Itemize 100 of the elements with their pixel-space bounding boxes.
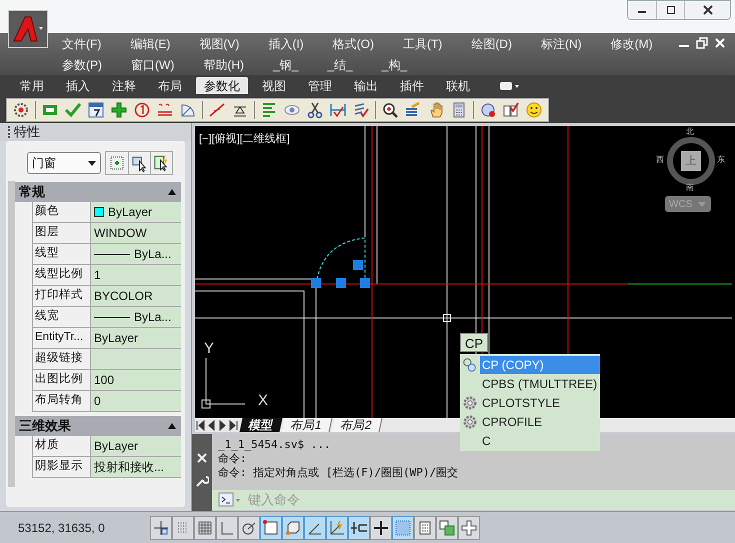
ribbon-tab[interactable]: 管理 bbox=[300, 77, 340, 94]
layout-tab[interactable]: 布局2 bbox=[331, 418, 382, 432]
property-label: 颜色 bbox=[33, 202, 91, 222]
calendar-icon[interactable] bbox=[87, 100, 105, 118]
circled-number-icon[interactable] bbox=[133, 100, 151, 118]
section-header[interactable]: 三维效果 bbox=[15, 416, 181, 436]
plus-line-toggle[interactable] bbox=[348, 516, 370, 540]
property-value-cell[interactable]: ByLayer bbox=[91, 436, 181, 456]
section-header[interactable]: 常规 bbox=[15, 182, 181, 202]
application-menu-button[interactable] bbox=[8, 10, 48, 48]
close-icon[interactable] bbox=[713, 36, 727, 50]
grip-handle[interactable] bbox=[311, 278, 321, 288]
gear-icon[interactable] bbox=[12, 100, 30, 118]
menu-item[interactable]: 窗口(W) bbox=[131, 56, 174, 74]
menu-item[interactable]: 工具(T) bbox=[402, 34, 442, 52]
property-value-cell[interactable]: BYCOLOR bbox=[91, 286, 181, 306]
pattern-square-toggle[interactable] bbox=[392, 516, 414, 540]
property-value-cell[interactable]: ByLayer bbox=[91, 328, 181, 348]
crosshair-toggle[interactable] bbox=[150, 516, 172, 540]
collapse-arrow-icon[interactable] bbox=[167, 422, 177, 430]
square-snap-toggle[interactable] bbox=[260, 516, 282, 540]
smiley-icon[interactable] bbox=[525, 100, 543, 118]
property-value-cell[interactable]: 投射和接收... bbox=[91, 457, 181, 477]
menu-item[interactable]: 格式(O) bbox=[332, 34, 374, 52]
ribbon-tab[interactable]: 常用 bbox=[12, 77, 52, 94]
menu-item[interactable]: _结_ bbox=[327, 56, 353, 74]
dotted-grid-toggle[interactable] bbox=[172, 516, 194, 540]
command-input-field[interactable]: 键入命令 bbox=[248, 490, 448, 510]
overlap-squares-toggle[interactable] bbox=[436, 516, 458, 540]
ribbon-tab[interactable]: 插入 bbox=[58, 77, 98, 94]
property-value-cell[interactable]: WINDOW bbox=[91, 223, 181, 243]
autocomplete-item[interactable]: CPBS (TMULTTREE) bbox=[480, 374, 600, 392]
property-value-cell[interactable]: 1 bbox=[91, 265, 181, 285]
axes-bolt-toggle[interactable] bbox=[326, 516, 348, 540]
layout-tab[interactable]: 布局1 bbox=[282, 418, 332, 432]
property-value-cell[interactable]: 0 bbox=[91, 391, 181, 411]
property-value-cell[interactable]: ByLa... bbox=[91, 307, 181, 327]
ribbon-tab[interactable]: 输出 bbox=[346, 77, 386, 94]
ribbon-tab[interactable]: 视图 bbox=[254, 77, 294, 94]
plus-icon[interactable] bbox=[110, 100, 128, 118]
menu-item[interactable]: _钢_ bbox=[273, 56, 298, 74]
menu-item[interactable]: 标注(N) bbox=[540, 34, 582, 52]
book-check-icon[interactable] bbox=[502, 100, 520, 118]
last-page-icon[interactable] bbox=[228, 419, 239, 432]
property-value-cell[interactable]: 100 bbox=[91, 370, 181, 390]
restore-icon[interactable] bbox=[695, 36, 709, 50]
command-history-line: 命令: 指定对角点或 [栏选(F)/圈围(WP)/圈交 bbox=[218, 466, 458, 480]
layout-tab[interactable]: 模型 bbox=[240, 418, 282, 432]
crosshair-icon bbox=[152, 518, 170, 536]
menu-item[interactable]: 编辑(E) bbox=[130, 34, 170, 52]
object-type-dropdown[interactable]: 门窗 bbox=[27, 152, 101, 174]
keypad-toggle[interactable] bbox=[414, 516, 436, 540]
check-icon[interactable] bbox=[64, 100, 82, 118]
slash-line-icon[interactable] bbox=[208, 100, 226, 118]
right-angle-toggle[interactable] bbox=[216, 516, 238, 540]
restore-button[interactable] bbox=[656, 1, 684, 19]
command-prompt-icon[interactable] bbox=[218, 492, 242, 508]
ribbon-tab[interactable]: 注释 bbox=[104, 77, 144, 94]
grid-toggle[interactable] bbox=[194, 516, 216, 540]
collapse-arrow-icon[interactable] bbox=[167, 188, 177, 196]
ribbon-tab[interactable]: 布局 bbox=[150, 77, 190, 94]
angle-toggle[interactable] bbox=[304, 516, 326, 540]
menu-item[interactable]: 修改(M) bbox=[610, 34, 653, 52]
polar-toggle[interactable] bbox=[238, 516, 260, 540]
viewport-label[interactable]: [−][俯视][二维线框] bbox=[199, 131, 290, 148]
close-button[interactable] bbox=[684, 1, 730, 19]
plus-outline-toggle[interactable] bbox=[458, 516, 480, 540]
layers-check-icon[interactable] bbox=[352, 100, 370, 118]
align-lines-icon[interactable] bbox=[260, 100, 278, 118]
autocomplete-item[interactable]: CPROFILE bbox=[480, 412, 600, 430]
zoom-in-icon[interactable] bbox=[381, 100, 399, 118]
layer-pen-icon[interactable] bbox=[404, 100, 422, 118]
ribbon-tab[interactable]: 参数化 bbox=[196, 77, 248, 94]
ribbon-tab[interactable]: 联机 bbox=[438, 77, 478, 94]
autocomplete-item[interactable]: C bbox=[480, 432, 600, 450]
scissors-icon[interactable] bbox=[306, 100, 324, 118]
property-value-cell[interactable]: ByLayer bbox=[91, 202, 181, 222]
command-input[interactable]: 键入命令 bbox=[212, 490, 735, 510]
ribbon-tab[interactable]: 插件 bbox=[392, 77, 432, 94]
previous-icon[interactable] bbox=[206, 419, 217, 432]
close-icon[interactable] bbox=[196, 452, 208, 464]
wrench-icon[interactable] bbox=[195, 474, 209, 488]
next-icon[interactable] bbox=[217, 419, 228, 432]
autocomplete-item[interactable]: CPLOTSTYLE bbox=[480, 394, 600, 412]
menu-item[interactable]: 插入(I) bbox=[268, 34, 304, 52]
menu-item[interactable]: 帮助(H) bbox=[203, 56, 244, 74]
scrollbar[interactable] bbox=[8, 181, 15, 487]
first-page-icon[interactable] bbox=[195, 419, 206, 432]
cube-snap-toggle[interactable] bbox=[282, 516, 304, 540]
globe-icon[interactable] bbox=[479, 100, 497, 118]
menu-item[interactable]: 参数(P) bbox=[62, 56, 102, 74]
cross-toggle[interactable] bbox=[370, 516, 392, 540]
property-value-cell[interactable]: ByLa... bbox=[91, 244, 181, 264]
menu-item[interactable]: _构_ bbox=[382, 56, 408, 74]
minimize-button[interactable] bbox=[628, 1, 656, 19]
property-value-cell[interactable] bbox=[91, 349, 181, 369]
menu-item[interactable]: 文件(F) bbox=[62, 34, 102, 52]
lines-icon[interactable] bbox=[156, 100, 174, 118]
menu-item[interactable]: 视图(V) bbox=[199, 34, 240, 52]
menu-item[interactable]: 绘图(D) bbox=[471, 34, 512, 52]
